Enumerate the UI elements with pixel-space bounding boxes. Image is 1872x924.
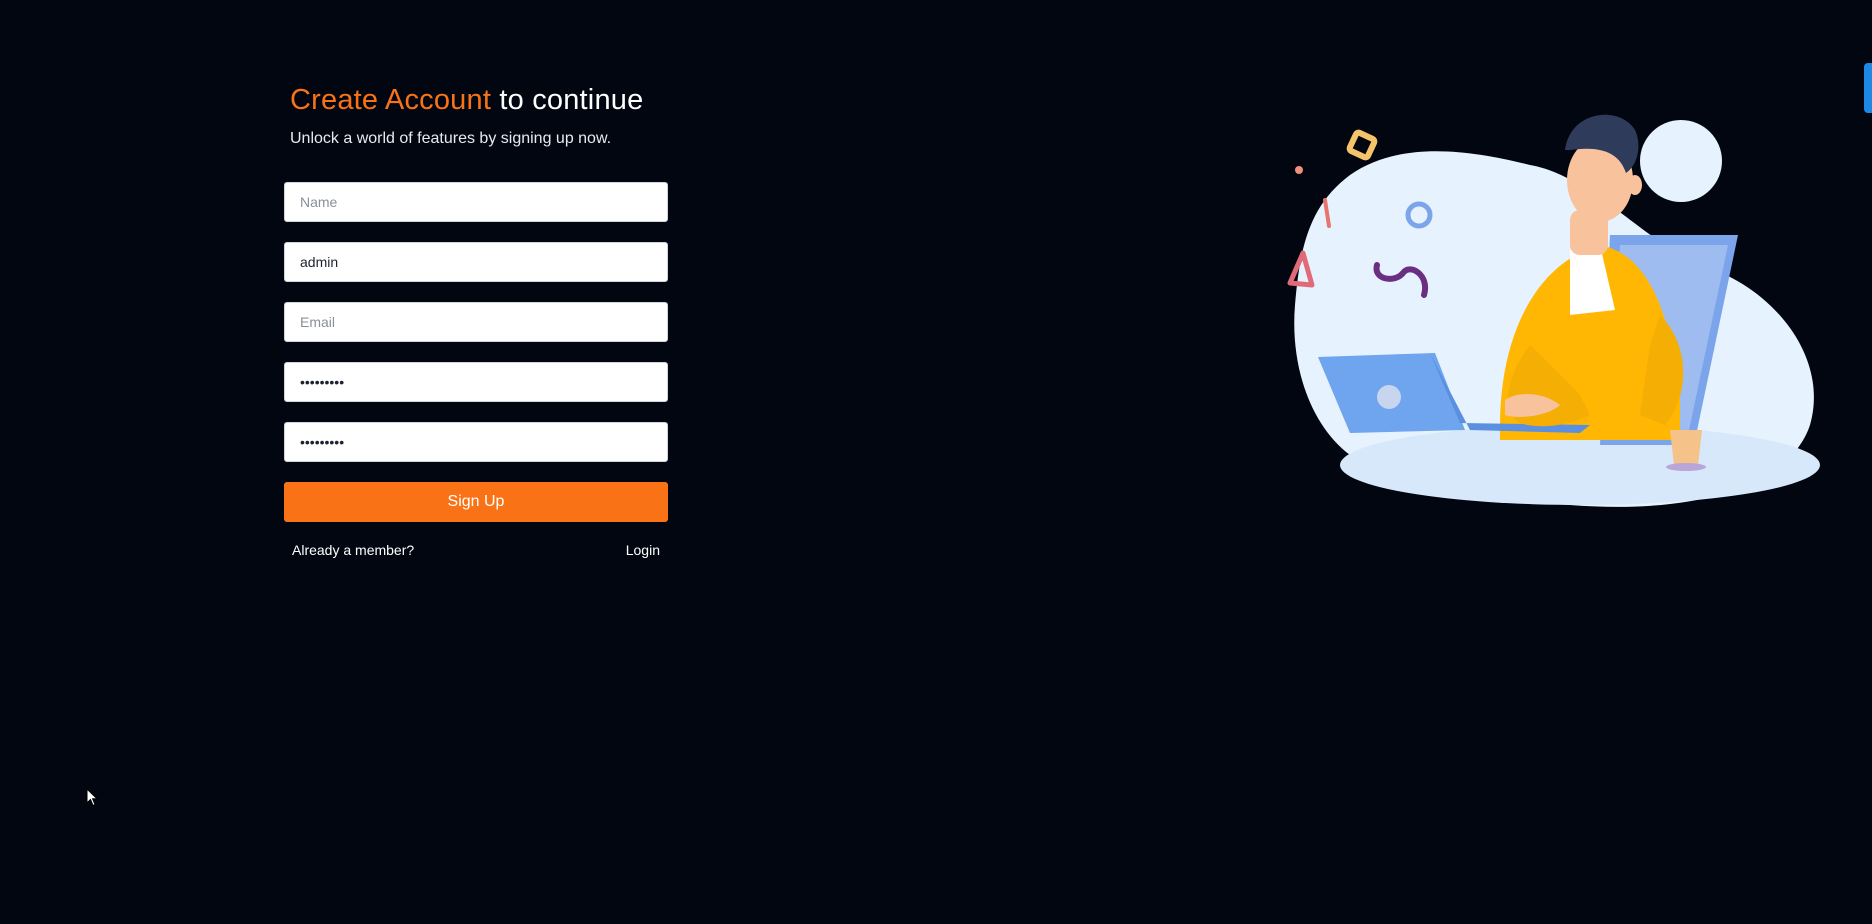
scrollbar-thumb[interactable]	[1864, 63, 1872, 113]
page-title: Create Account to continue	[290, 80, 668, 120]
confirm-password-field[interactable]	[284, 422, 668, 462]
email-field[interactable]	[284, 302, 668, 342]
username-field[interactable]	[284, 242, 668, 282]
signup-page: Create Account to continue Unlock a worl…	[0, 0, 1872, 924]
login-prompt: Already a member? Login	[292, 542, 660, 558]
password-field[interactable]	[284, 362, 668, 402]
name-field[interactable]	[284, 182, 668, 222]
page-subtitle: Unlock a world of features by signing up…	[290, 130, 612, 147]
signup-form: Create Account to continue Unlock a worl…	[284, 80, 668, 558]
mouse-pointer-icon	[86, 788, 98, 807]
person-at-laptop-illustration	[1287, 114, 1820, 507]
form-fields: Sign Up	[284, 182, 668, 522]
login-link[interactable]: Login	[626, 542, 660, 558]
title-rest: to continue	[491, 84, 644, 116]
already-member-text: Already a member?	[292, 542, 415, 558]
title-accent: Create Account	[290, 84, 492, 116]
sign-up-button[interactable]: Sign Up	[284, 482, 668, 522]
